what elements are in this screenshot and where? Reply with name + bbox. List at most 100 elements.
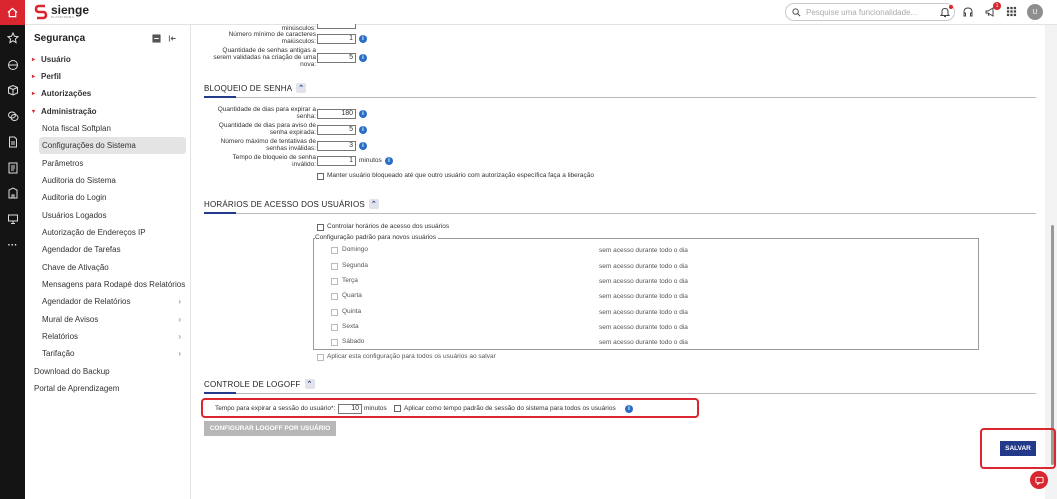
sidebar-item-auditoria-sistema[interactable]: Auditoria do Sistema (42, 172, 116, 189)
control-access-label: Controlar horários de acesso dos usuário… (327, 223, 450, 230)
sidebar-item-label: Agendador de Tarefas (42, 245, 121, 254)
max-attempts-field[interactable]: 3 (317, 141, 356, 151)
session-time-field[interactable]: 10 (338, 404, 362, 414)
apply-default-session-checkbox[interactable] (394, 405, 401, 412)
section-title: CONTROLE DE LOGOFF (204, 379, 301, 389)
sidebar-item-administracao[interactable]: ▾ Administração (32, 103, 97, 120)
notification-dot (949, 5, 953, 9)
session-time-unit: minutos (364, 405, 387, 412)
sienge-logo-icon (34, 4, 48, 20)
document-icon[interactable] (0, 132, 25, 152)
building-icon[interactable] (0, 183, 25, 203)
info-icon[interactable]: i (359, 35, 367, 43)
search-icon (792, 7, 801, 16)
info-icon[interactable]: i (359, 142, 367, 150)
info-icon[interactable]: i (359, 54, 367, 62)
sidebar-item-label: Autorizações (41, 89, 92, 98)
home-icon[interactable] (0, 0, 25, 25)
sidebar-item-nota-fiscal[interactable]: Nota fiscal Softplan (42, 120, 111, 137)
collapse-up-icon[interactable]: ⌃ (304, 379, 315, 389)
info-icon[interactable]: i (385, 157, 393, 165)
top-bar: sienge PLATAFORMA Pesquise uma funcional… (25, 0, 1057, 25)
sidebar-item-parametros[interactable]: Parâmetros (42, 155, 83, 172)
expire-days-field[interactable]: 180 (317, 109, 356, 119)
day-status: sem acesso durante todo o dia (599, 278, 688, 285)
box-icon[interactable] (0, 80, 25, 100)
sidebar-item-autorizacoes[interactable]: ▸ Autorizações (32, 85, 91, 102)
old-passwords-field[interactable]: 5 (317, 53, 356, 63)
day-checkbox[interactable] (331, 247, 338, 254)
sidebar-item-chave-ativacao[interactable]: Chave de Ativação (42, 259, 109, 276)
info-icon[interactable]: i (625, 405, 633, 413)
control-access-checkbox[interactable] (317, 224, 324, 231)
day-label: Segunda (342, 262, 369, 269)
section-divider (204, 96, 1036, 98)
day-checkbox[interactable] (331, 263, 338, 270)
sidebar-item-label: Download do Backup (34, 367, 110, 376)
sidebar-item-perfil[interactable]: ▸ Perfil (32, 68, 61, 85)
info-icon[interactable]: i (359, 126, 367, 134)
day-checkbox[interactable] (331, 293, 338, 300)
sidebar-item-usuario[interactable]: ▸ Usuário (32, 51, 71, 68)
sidebar-item-configuracoes-sistema[interactable]: Configurações do Sistema (39, 137, 186, 154)
section-bloqueio-senha: BLOQUEIO DE SENHA ⌃ (204, 83, 307, 93)
money-icon[interactable] (0, 55, 25, 75)
warn-days-field[interactable]: 5 (317, 125, 356, 135)
sidebar-item-mural-avisos[interactable]: Mural de Avisos › (42, 311, 189, 328)
day-checkbox[interactable] (331, 278, 338, 285)
sidebar-item-relatorios[interactable]: Relatórios › (42, 328, 189, 345)
headset-icon[interactable] (962, 6, 975, 19)
expire-days-label: Quantidade de dias para expirar a senha: (217, 106, 316, 120)
collapse-up-icon[interactable]: ⌃ (296, 83, 307, 93)
info-icon[interactable]: i (359, 110, 367, 118)
collapse-up-icon[interactable]: ⌃ (368, 199, 379, 209)
chat-icon[interactable] (1030, 471, 1048, 489)
day-checkbox[interactable] (331, 324, 338, 331)
save-button[interactable]: SALVAR (1000, 441, 1036, 456)
sidebar-item-label: Perfil (41, 72, 62, 81)
apply-all-checkbox[interactable] (317, 354, 324, 361)
report-icon[interactable] (0, 158, 25, 178)
configure-logoff-button[interactable]: CONFIGURAR LOGOFF POR USUÁRIO (204, 421, 336, 436)
coins-icon[interactable] (0, 106, 25, 126)
bell-icon[interactable] (939, 5, 953, 19)
day-label: Sexta (342, 323, 359, 330)
sidebar-item-label: Portal de Aprendizagem (34, 384, 120, 393)
sidebar-item-agendador-tarefas[interactable]: Agendador de Tarefas (42, 241, 121, 258)
min-lower-field[interactable] (317, 24, 356, 29)
sienge-logo[interactable]: sienge PLATAFORMA (34, 4, 89, 20)
sidebar-item-tarifacao[interactable]: Tarifação › (42, 345, 189, 362)
chevron-right-icon: › (178, 315, 181, 324)
sidebar-item-agendador-relatorios[interactable]: Agendador de Relatórios › (42, 293, 189, 310)
keep-locked-checkbox[interactable] (317, 173, 324, 180)
sidebar-item-label: Usuários Logados (42, 211, 107, 220)
day-label: Domingo (342, 246, 369, 253)
hide-sidebar-icon[interactable] (168, 34, 177, 43)
monitor-icon[interactable] (0, 209, 25, 229)
sidebar-item-auditoria-login[interactable]: Auditoria do Login (42, 189, 107, 206)
day-checkbox[interactable] (331, 339, 338, 346)
day-checkbox[interactable] (331, 309, 338, 316)
megaphone-icon[interactable]: 1 (984, 2, 1001, 19)
section-divider (204, 212, 1036, 214)
apps-grid-icon[interactable] (1006, 6, 1019, 19)
apply-default-session-label: Aplicar como tempo padrão de sessão do s… (404, 405, 616, 412)
search-placeholder: Pesquise uma funcionalidade... (806, 7, 918, 17)
sidebar-item-portal-aprendizagem[interactable]: Portal de Aprendizagem (34, 380, 119, 397)
old-passwords-label: Quantidade de senhas antigas a serem val… (213, 47, 316, 68)
session-time-label: Tempo para expirar a sessão do usuário*: (215, 405, 336, 412)
sidebar-item-label: Agendador de Relatórios (42, 297, 131, 306)
collapse-all-icon[interactable] (152, 34, 161, 43)
star-icon[interactable] (0, 28, 25, 48)
lock-time-field[interactable]: 1 (317, 156, 356, 166)
sidebar-item-autorizacao-ip[interactable]: Autorização de Endereços IP (42, 224, 146, 241)
min-upper-field[interactable]: 1 (317, 34, 356, 44)
search-input[interactable]: Pesquise uma funcionalidade... (785, 3, 955, 21)
sidebar-item-usuarios-logados[interactable]: Usuários Logados (42, 207, 106, 224)
sidebar-item-download-backup[interactable]: Download do Backup (34, 363, 110, 380)
sidebar-item-mensagens-rodape[interactable]: Mensagens para Rodapé dos Relatórios (42, 276, 185, 293)
sidebar-item-label: Autorização de Endereços IP (42, 228, 146, 237)
more-icon[interactable]: ··· (0, 235, 25, 255)
apply-all-label: Aplicar esta configuração para todos os … (327, 353, 496, 360)
avatar[interactable]: U (1027, 4, 1043, 20)
